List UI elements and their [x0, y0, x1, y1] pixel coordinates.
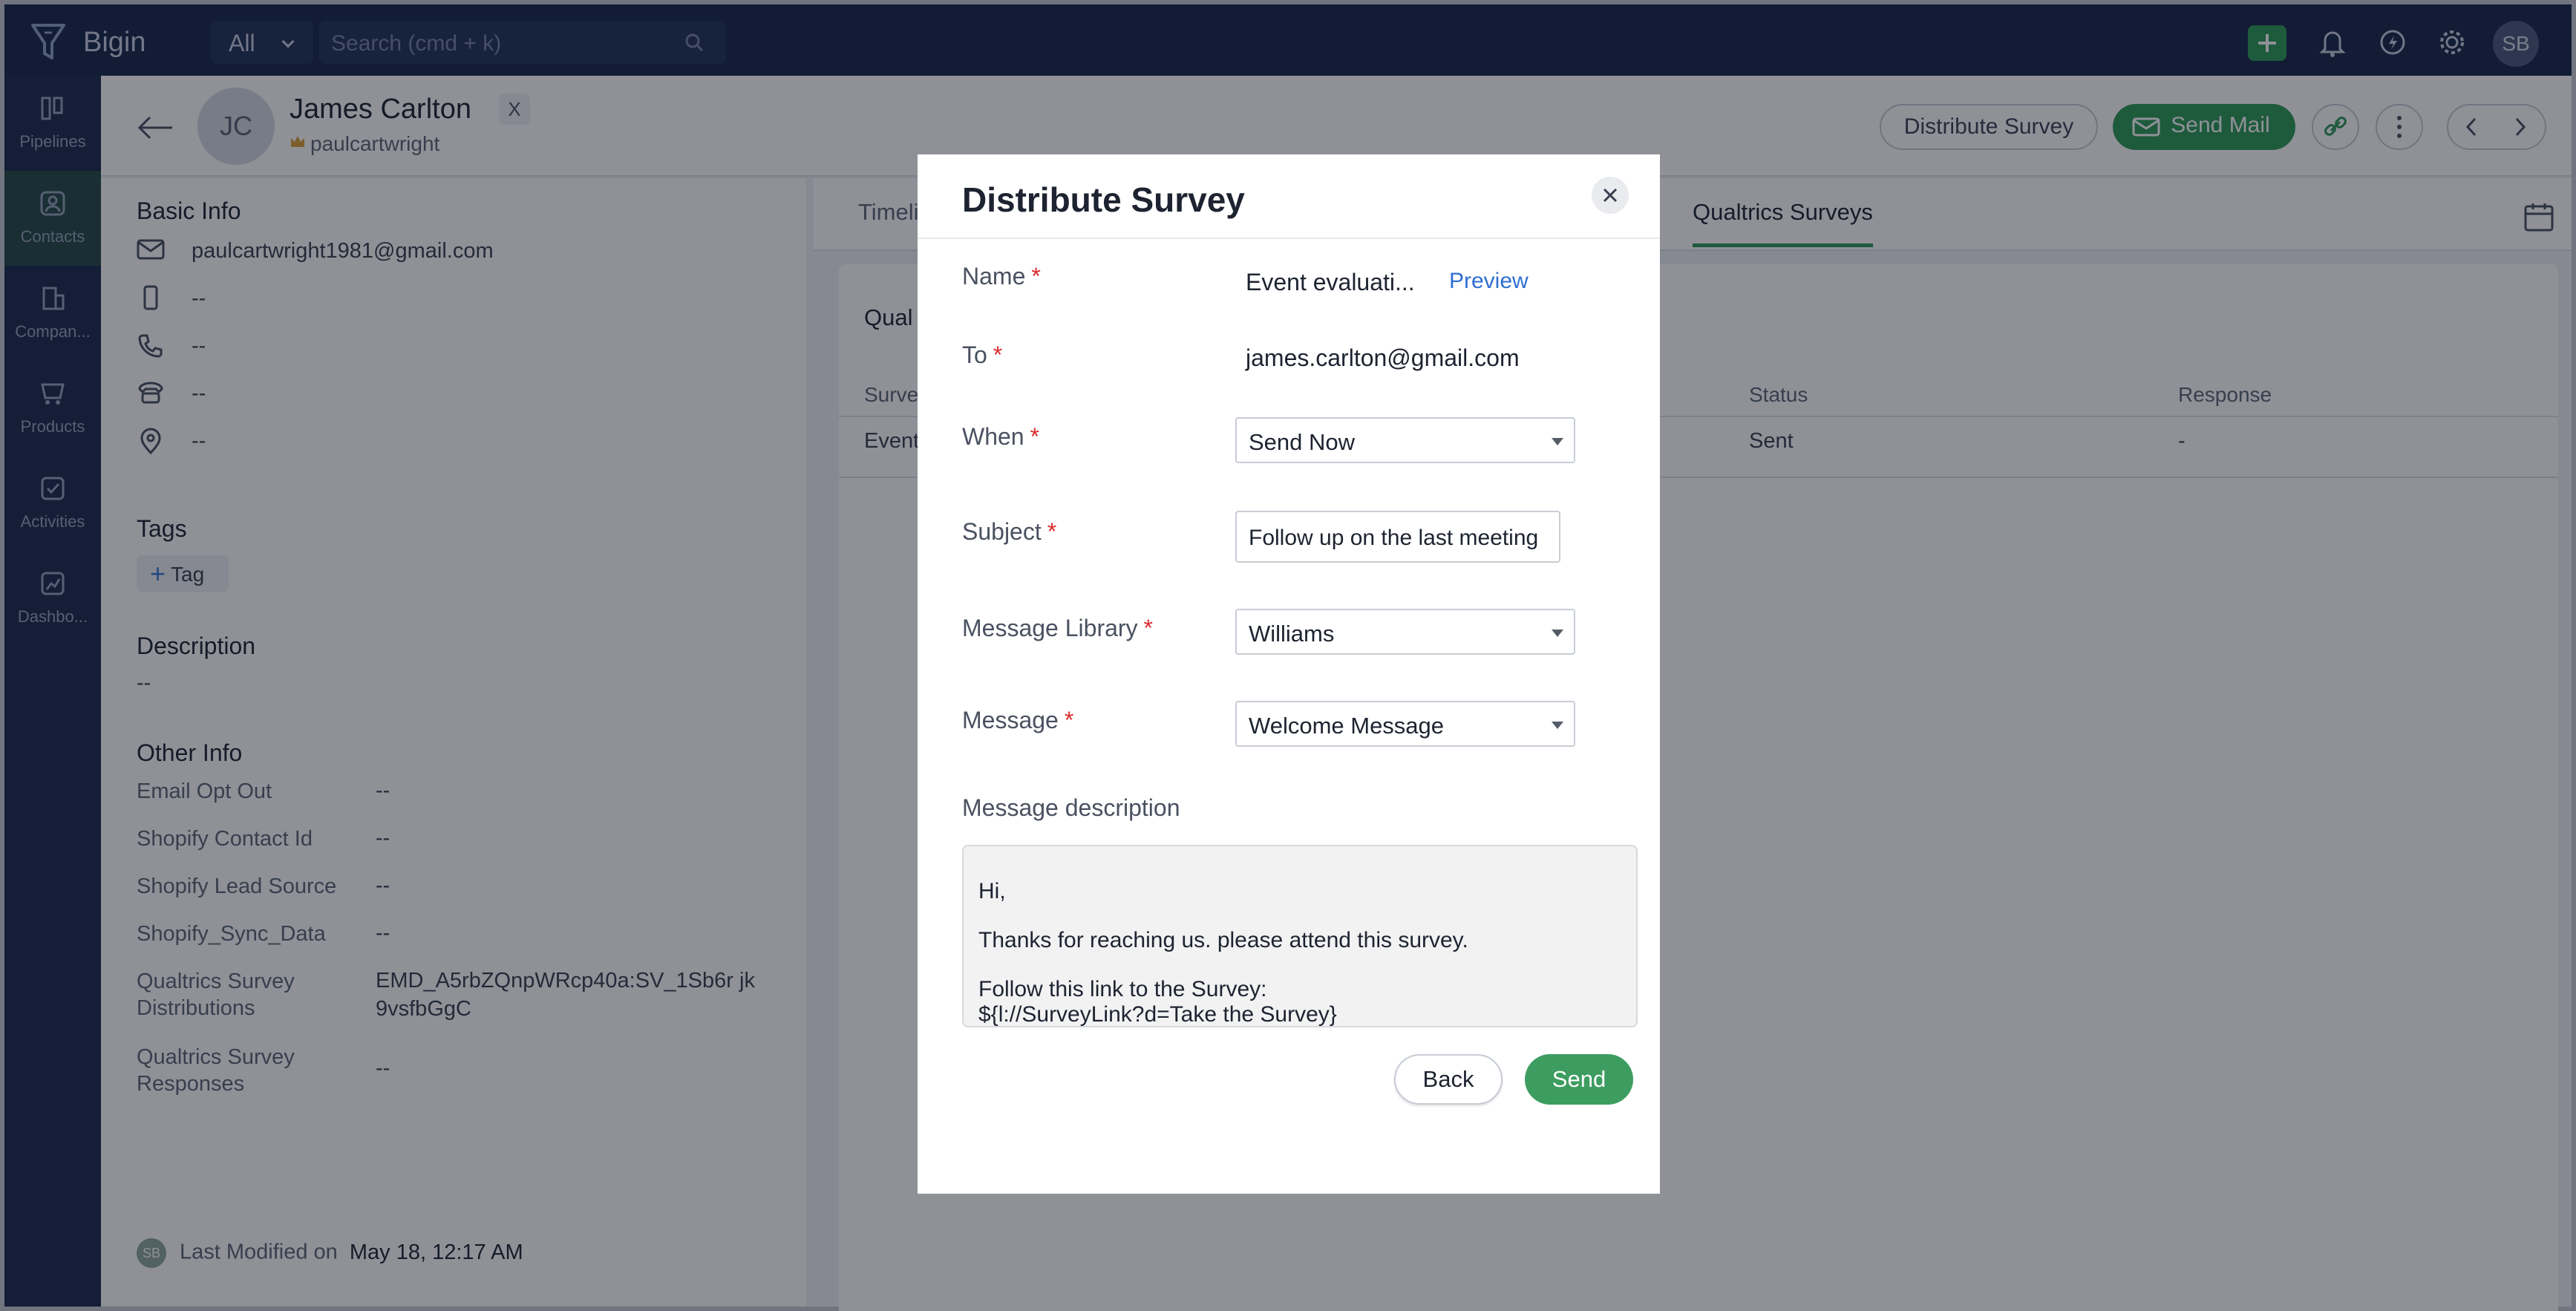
dropdown-arrow-icon — [1552, 438, 1563, 445]
when-select[interactable]: Send Now — [1235, 417, 1575, 463]
required-mark: * — [1047, 518, 1057, 545]
required-mark: * — [1031, 263, 1041, 290]
to-label: To * — [962, 341, 1003, 368]
close-icon — [1603, 188, 1618, 203]
survey-name-value: Event evaluati... — [1246, 269, 1415, 295]
message-library-selected-value: Williams — [1249, 621, 1335, 647]
dropdown-arrow-icon — [1552, 630, 1563, 637]
message-select[interactable]: Welcome Message — [1235, 701, 1575, 747]
message-line: ${l://SurveyLink?d=Take the Survey} — [978, 1002, 1337, 1027]
recipient-email: james.carlton@gmail.com — [1246, 344, 1520, 371]
required-mark: * — [993, 341, 1003, 368]
message-line: Hi, — [978, 879, 1006, 903]
name-label: Name * — [962, 263, 1041, 290]
message-selected-value: Welcome Message — [1249, 713, 1445, 739]
when-selected-value: Send Now — [1249, 429, 1356, 455]
message-description-textarea[interactable]: Hi, Thanks for reaching us. please atten… — [962, 845, 1638, 1027]
message-description-label: Message description — [962, 794, 1180, 821]
send-button[interactable]: Send — [1525, 1054, 1633, 1105]
required-mark: * — [1030, 423, 1040, 450]
dropdown-arrow-icon — [1552, 722, 1563, 729]
required-mark: * — [1143, 615, 1153, 641]
message-line: Thanks for reaching us. please attend th… — [978, 928, 1468, 952]
modal-title: Distribute Survey — [962, 180, 1245, 219]
required-mark: * — [1064, 707, 1074, 733]
close-button[interactable] — [1592, 177, 1629, 214]
message-line: Follow this link to the Survey: — [978, 977, 1267, 1001]
preview-link[interactable]: Preview — [1449, 269, 1529, 294]
back-button[interactable]: Back — [1394, 1054, 1503, 1105]
distribute-survey-modal: Distribute Survey Name * Event evaluati..… — [918, 154, 1660, 1194]
when-label: When * — [962, 423, 1040, 450]
message-library-select[interactable]: Williams — [1235, 609, 1575, 655]
message-library-label: Message Library * — [962, 615, 1153, 641]
modal-divider — [918, 238, 1660, 239]
subject-input[interactable]: Follow up on the last meeting — [1235, 511, 1560, 563]
subject-label: Subject * — [962, 518, 1057, 545]
message-label: Message * — [962, 707, 1074, 733]
